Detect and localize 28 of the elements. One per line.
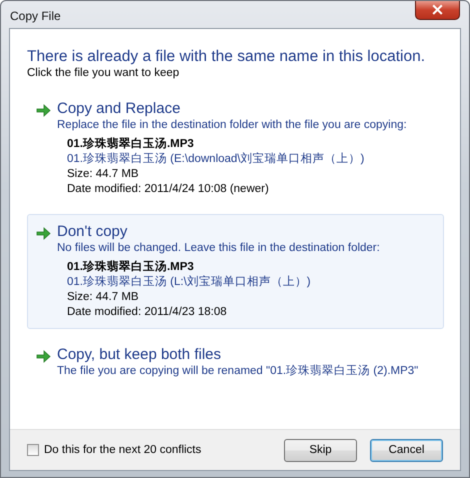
arrow-icon (36, 350, 51, 363)
file-size: Size: 44.7 MB (67, 290, 139, 305)
skip-button[interactable]: Skip (284, 438, 357, 462)
file-date: Date modified: 2011/4/23 18:08 (67, 305, 227, 320)
file-path: 01.珍珠翡翠白玉汤 (E:\download\刘宝瑞单口相声（上）) (67, 152, 364, 167)
option-description: No files will be changed. Leave this file in the destination folder: (57, 241, 380, 256)
file-path: 01.珍珠翡翠白玉汤 (L:\刘宝瑞单口相声（上）) (67, 275, 311, 290)
file-date: Date modified: 2011/4/24 10:08 (newer) (67, 182, 269, 197)
window-title: Copy File (10, 9, 61, 23)
option-title: Copy, but keep both files (57, 346, 221, 364)
cancel-button[interactable]: Cancel (370, 438, 443, 462)
checkbox[interactable] (27, 444, 39, 456)
conflict-option-card[interactable]: Don't copy No files will be changed. Leave this file in the destination folder: 01.珍珠翡翠白玉汤.MP3 01.珍珠翡翠白玉汤 (L:\刘宝瑞单口相声（上）) Size: 44.7 MB Date modified: 2011/4/23 18:08 (27, 214, 444, 329)
checkbox-label: Do this for the next 20 conflicts (44, 444, 202, 456)
file-size: Size: 44.7 MB (67, 167, 139, 182)
option-title: Don't copy (57, 223, 128, 241)
conflict-option[interactable]: Copy, but keep both files The file you are copying will be renamed "01.珍珠翡翠白玉汤 (2).MP3" (27, 337, 444, 388)
conflict-option[interactable]: Copy and Replace Replace the file in the destination folder with the file you are copying: 01.珍珠翡翠白玉汤.MP3 01.珍珠翡翠白玉汤 (E:\download\刘宝瑞单口相声（上）) Size: 44.7 MB Date modified: 2011/4/24 10:08 (newer) (27, 91, 444, 206)
close-button[interactable]: × (415, 1, 460, 20)
file-name: 01.珍珠翡翠白玉汤.MP3 (67, 137, 194, 152)
arrow-icon (36, 227, 51, 240)
option-description: Replace the file in the destination folder with the file you are copying: (57, 118, 407, 133)
arrow-icon (36, 104, 51, 117)
file-name: 01.珍珠翡翠白玉汤.MP3 (67, 260, 194, 275)
instruction-text: Click the file you want to keep (27, 67, 180, 79)
dialog-heading: There is already a file with the same name in this location. (27, 47, 426, 67)
option-title: Copy and Replace (57, 100, 180, 118)
option-description: The file you are copying will be renamed "01.珍珠翡翠白玉汤 (2).MP3" (57, 364, 418, 379)
